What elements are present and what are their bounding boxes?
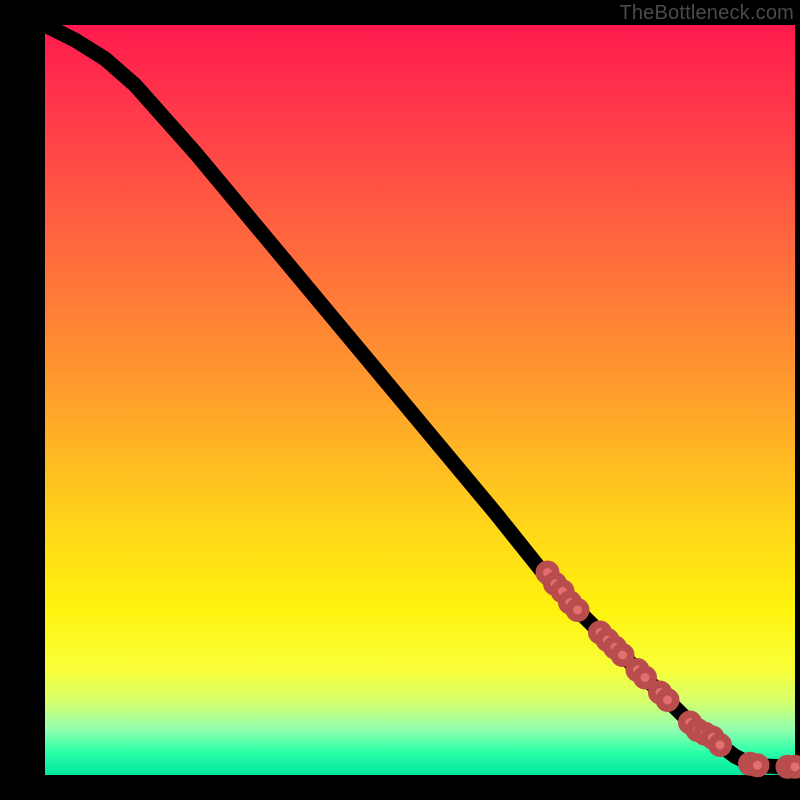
data-point bbox=[659, 692, 676, 709]
data-point bbox=[749, 757, 766, 773]
data-point bbox=[787, 759, 800, 776]
plot-area bbox=[45, 25, 795, 775]
scatter-group bbox=[539, 564, 800, 775]
curve-path bbox=[45, 25, 795, 767]
data-point bbox=[637, 669, 654, 686]
chart-frame: TheBottleneck.com bbox=[0, 0, 800, 800]
data-point bbox=[712, 737, 729, 754]
chart-svg bbox=[45, 25, 795, 775]
data-point bbox=[569, 602, 586, 619]
data-point bbox=[614, 647, 631, 664]
watermark-text: TheBottleneck.com bbox=[619, 2, 794, 25]
